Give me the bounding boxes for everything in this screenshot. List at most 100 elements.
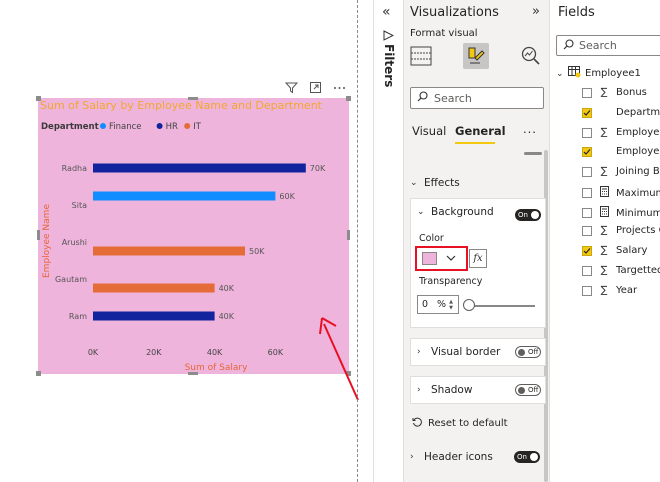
header-icons-section[interactable]: › Header icons On: [410, 445, 546, 469]
collapse-pane-icon[interactable]: »: [532, 4, 540, 19]
sigma-icon: ∑: [600, 87, 608, 98]
field-checkbox[interactable]: [582, 107, 592, 118]
field-item[interactable]: ∑ Joining Bonus: [582, 166, 660, 177]
filters-label[interactable]: Filters: [382, 44, 396, 87]
effects-section-header[interactable]: ⌄ Effects: [410, 177, 460, 189]
chart-title: Sum of Salary by Employee Name and Depar…: [40, 99, 323, 112]
data-label-sita: 60K: [279, 192, 295, 201]
bar-arushi[interactable]: [93, 246, 245, 256]
field-item[interactable]: ∑ Employee ID: [582, 127, 660, 138]
visualizations-search-input[interactable]: Search: [410, 87, 544, 109]
visual-border-card[interactable]: › Visual border Off: [410, 338, 546, 366]
field-checkbox[interactable]: [582, 208, 592, 218]
legend: Department Finance HR IT: [41, 122, 202, 132]
background-toggle[interactable]: On: [515, 209, 541, 221]
table-icon: [568, 66, 581, 81]
resize-handle-bottom-left[interactable]: [36, 371, 41, 376]
color-label: Color: [419, 233, 444, 244]
sigma-icon: ∑: [600, 127, 608, 138]
resize-handle-right[interactable]: [347, 230, 350, 240]
field-item[interactable]: ∑ Projects Completed: [582, 225, 660, 236]
bar-radha[interactable]: [93, 163, 306, 173]
resize-handle-top-right[interactable]: [346, 96, 351, 101]
field-label: Department: [616, 107, 660, 118]
conditional-format-button[interactable]: fx: [469, 249, 487, 268]
active-tab-indicator: [455, 142, 495, 144]
bar-ram[interactable]: [93, 311, 215, 321]
field-label: Targetted Projects: [616, 265, 660, 276]
field-item[interactable]: ∑ Year: [582, 285, 637, 296]
format-visual-label: Format visual: [410, 28, 478, 39]
color-swatch: [422, 252, 437, 265]
expand-left-icon[interactable]: «: [382, 4, 391, 20]
field-item[interactable]: ∑ Salary: [582, 245, 647, 256]
data-label-arushi: 50K: [249, 247, 265, 256]
legend-marker-hr: [156, 123, 163, 129]
shadow-card[interactable]: › Shadow Off: [410, 376, 546, 404]
resize-handle-top-left[interactable]: [36, 96, 41, 101]
build-visual-icon[interactable]: [408, 43, 434, 69]
field-label: Projects Completed: [616, 225, 660, 236]
field-label: Year: [616, 285, 638, 296]
field-checkbox[interactable]: [582, 87, 592, 98]
format-tabs: Visual General ...: [410, 122, 544, 144]
format-visual-icon[interactable]: [463, 43, 489, 69]
filter-pane-icon: [383, 30, 395, 44]
table-employee1[interactable]: ⌄ Employee1: [556, 66, 641, 81]
focus-mode-icon[interactable]: [308, 80, 322, 94]
more-options-icon[interactable]: [332, 80, 346, 94]
background-header[interactable]: ⌄ Background: [417, 206, 494, 218]
field-checkbox[interactable]: [582, 225, 592, 236]
field-label: Joining Bonus: [616, 166, 660, 177]
table-name: Employee1: [585, 68, 641, 79]
transparency-input[interactable]: 0 % ▲ ▼: [417, 295, 459, 314]
shadow-toggle[interactable]: Off: [515, 384, 541, 396]
field-label: Employee Name: [616, 146, 660, 157]
calculator-icon: [598, 186, 610, 200]
bar-gautam[interactable]: [93, 283, 215, 293]
visual-border-toggle[interactable]: Off: [515, 346, 541, 358]
field-checkbox[interactable]: [582, 245, 592, 256]
legend-marker-finance: [100, 123, 106, 129]
field-checkbox[interactable]: [582, 127, 592, 138]
resize-handle-top[interactable]: [188, 97, 198, 100]
spinner-icon[interactable]: ▲ ▼: [449, 299, 453, 311]
category-label-gautam: Gautam: [55, 275, 87, 284]
field-checkbox[interactable]: [582, 146, 592, 157]
field-checkbox[interactable]: [582, 166, 592, 177]
fields-title: Fields: [558, 5, 595, 20]
shadow-header[interactable]: › Shadow: [417, 384, 472, 396]
analytics-icon[interactable]: [518, 43, 544, 69]
field-checkbox[interactable]: [582, 265, 592, 276]
tab-more-options[interactable]: ...: [523, 122, 537, 136]
sigma-icon: ∑: [600, 285, 608, 296]
transparency-slider-track[interactable]: [465, 305, 535, 307]
field-checkbox[interactable]: [582, 285, 592, 296]
bar-sita[interactable]: [93, 191, 276, 201]
resize-handle-bottom[interactable]: [188, 372, 198, 375]
field-item[interactable]: Maximum Bonus: [582, 186, 660, 200]
field-item[interactable]: Employee Name: [582, 146, 660, 157]
bar-chart-visual[interactable]: Sum of Salary by Employee Name and Depar…: [38, 98, 349, 374]
header-icons-toggle[interactable]: On: [514, 451, 540, 463]
tab-visual[interactable]: Visual: [412, 124, 446, 138]
data-label-ram: 40K: [219, 312, 235, 321]
field-item[interactable]: Minimum Bonus: [582, 206, 660, 220]
fields-search-input[interactable]: Search: [556, 35, 660, 56]
field-item[interactable]: ∑ Targetted Projects: [582, 265, 660, 276]
visual-border-header[interactable]: › Visual border: [417, 346, 500, 358]
field-checkbox[interactable]: [582, 188, 592, 198]
color-picker-dropdown[interactable]: [415, 246, 468, 271]
transparency-slider-thumb[interactable]: [463, 299, 475, 311]
filters-pane-collapsed[interactable]: « Filters: [373, 0, 403, 482]
legend-marker-it: [184, 123, 191, 129]
field-item[interactable]: Department: [582, 107, 660, 118]
filter-icon[interactable]: [284, 80, 298, 94]
reset-to-default-button[interactable]: Reset to default: [412, 417, 508, 430]
tab-general[interactable]: General: [455, 124, 506, 138]
field-item[interactable]: ∑ Bonus: [582, 87, 647, 98]
search-icon: [563, 38, 574, 53]
resize-handle-left[interactable]: [37, 230, 40, 240]
visual-border-label: Visual border: [431, 346, 501, 358]
report-canvas: Sum of Salary by Employee Name and Depar…: [0, 0, 359, 482]
